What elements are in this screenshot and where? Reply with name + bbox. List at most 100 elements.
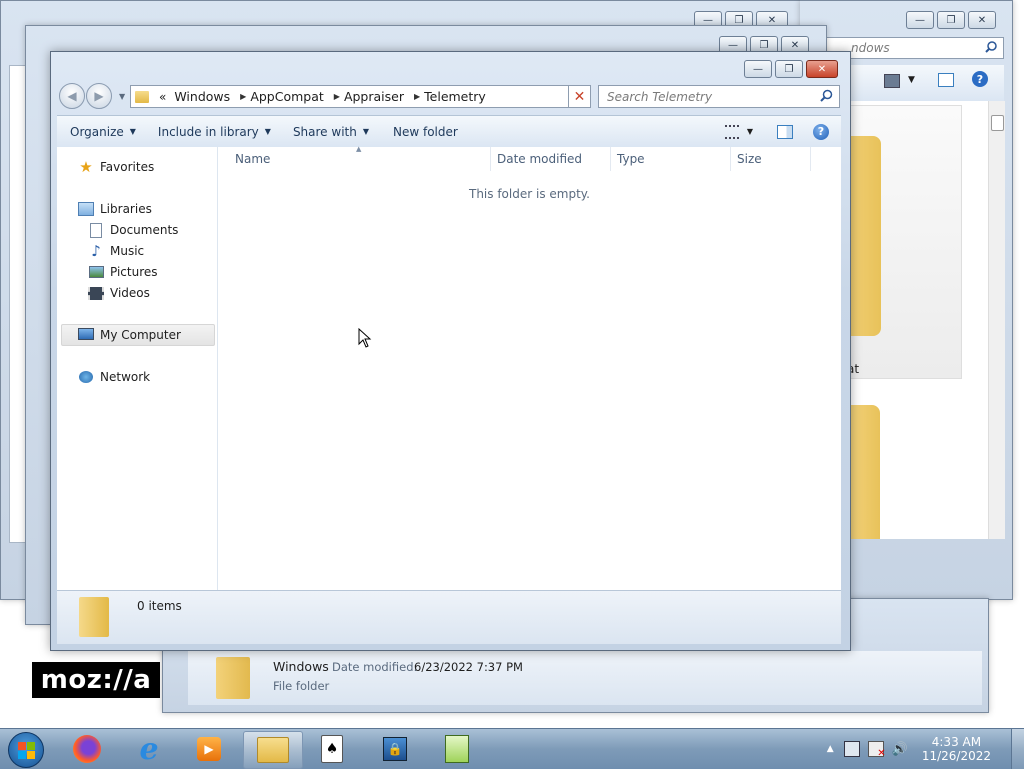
back-button[interactable]: ◀ — [59, 83, 85, 109]
music-note-icon: ♪ — [91, 242, 101, 260]
help-icon[interactable]: ? — [972, 71, 988, 87]
recent-pages-dropdown[interactable]: ▼ — [119, 92, 125, 101]
column-date-label: Date modified — [497, 152, 583, 166]
taskbar-security-tool[interactable]: 🔒 — [366, 731, 424, 767]
breadcrumb-item[interactable]: Telemetry — [424, 89, 486, 104]
media-player-icon: ▶ — [197, 737, 221, 761]
details-name: Windows — [273, 659, 329, 674]
notepad-icon — [445, 735, 469, 763]
lock-icon: 🔒 — [383, 737, 407, 761]
taskbar-notepad-plus[interactable] — [428, 731, 486, 767]
breadcrumb-separator-icon[interactable]: ▶ — [414, 92, 420, 101]
start-button[interactable] — [8, 732, 44, 768]
search-icon — [985, 40, 997, 56]
nav-documents-label: Documents — [110, 223, 179, 237]
folder-icon — [216, 657, 250, 699]
network-icon — [78, 369, 94, 385]
folder-icon — [850, 405, 880, 539]
nav-network-label: Network — [100, 370, 151, 384]
explorer-window: — ❐ ✕ ◀ ▶ ▼ « Windows ▶ AppCompat ▶ Appr… — [50, 51, 851, 651]
nav-videos[interactable]: Videos — [88, 285, 150, 301]
search-placeholder: ndows — [851, 41, 890, 55]
details-date-value: 6/23/2022 7:37 PM — [414, 660, 523, 674]
playing-cards-icon: ♠ — [321, 735, 343, 763]
clock-time: 4:33 AM — [931, 735, 982, 749]
breadcrumb-item[interactable]: AppCompat — [250, 89, 323, 104]
volume-icon[interactable]: 🔊 — [892, 742, 908, 757]
item-count: 0 items — [137, 599, 182, 613]
chevron-down-icon[interactable]: ▼ — [908, 75, 915, 85]
help-icon[interactable]: ? — [813, 123, 829, 140]
breadcrumb-item[interactable]: Appraiser — [344, 89, 404, 104]
organize-button[interactable]: Organize ▼ — [70, 125, 136, 139]
nav-my-computer[interactable]: My Computer — [61, 324, 215, 346]
search-placeholder: Search Telemetry — [607, 89, 713, 104]
nav-pictures[interactable]: Pictures — [88, 264, 158, 280]
share-with-button[interactable]: Share with ▼ — [293, 125, 369, 139]
nav-videos-label: Videos — [110, 286, 150, 300]
maximize-button[interactable]: ❐ — [775, 60, 803, 78]
view-options-icon[interactable] — [724, 124, 739, 139]
nav-documents[interactable]: Documents — [88, 222, 178, 238]
mouse-cursor — [358, 327, 372, 351]
forward-button[interactable]: ▶ — [86, 83, 112, 109]
stop-button[interactable]: ✕ — [568, 85, 591, 108]
column-header-type[interactable]: Type — [611, 147, 731, 171]
breadcrumb-item[interactable]: Windows — [174, 89, 230, 104]
taskbar-solitaire[interactable]: ♠ — [303, 731, 361, 767]
show-hidden-icons-icon[interactable]: ▲ — [827, 744, 834, 754]
nav-favorites[interactable]: ★ Favorites — [78, 158, 154, 176]
preview-pane-icon[interactable] — [938, 73, 954, 87]
taskbar-internet-explorer[interactable]: e — [120, 731, 178, 767]
share-with-label: Share with — [292, 124, 357, 139]
include-in-library-label: Include in library — [157, 124, 259, 139]
taskbar-windows-explorer[interactable] — [243, 731, 303, 769]
column-header-date-modified[interactable]: Date modified — [491, 147, 611, 171]
action-center-icon[interactable]: ✕ — [867, 741, 886, 759]
details-pane: 0 items — [57, 590, 841, 644]
internet-explorer-icon: e — [139, 731, 159, 767]
minimize-button[interactable]: — — [906, 11, 934, 29]
breadcrumb-overflow[interactable]: « — [159, 90, 166, 104]
preview-pane-icon[interactable] — [777, 124, 793, 139]
nav-music-label: Music — [110, 244, 145, 258]
address-bar[interactable]: « Windows ▶ AppCompat ▶ Appraiser ▶ Tele… — [130, 85, 591, 108]
nav-my-computer-label: My Computer — [100, 328, 181, 342]
column-name-label: Name — [235, 152, 271, 166]
nav-libraries-label: Libraries — [100, 202, 152, 216]
nav-libraries[interactable]: Libraries — [78, 201, 152, 217]
view-icon[interactable] — [884, 74, 900, 88]
close-button[interactable]: ✕ — [968, 11, 996, 29]
maximize-button[interactable]: ❐ — [937, 11, 965, 29]
mozilla-logo: moz://a — [32, 662, 160, 698]
network-status-icon[interactable] — [843, 741, 860, 757]
column-header-size[interactable]: Size — [731, 147, 811, 171]
folder-tile-selected[interactable]: at — [840, 105, 962, 379]
breadcrumb-separator-icon[interactable]: ▶ — [240, 92, 246, 101]
include-in-library-button[interactable]: Include in library ▼ — [158, 125, 271, 139]
taskbar-media-player[interactable]: ▶ — [180, 731, 238, 767]
chevron-down-icon[interactable]: ▼ — [747, 127, 753, 136]
show-desktop-button[interactable] — [1011, 729, 1024, 769]
system-tray: ▲ ✕ 🔊 4:33 AM 11/26/2022 — [827, 729, 1024, 769]
column-header-name[interactable]: Name — [218, 147, 491, 171]
new-folder-button[interactable]: New folder — [393, 125, 458, 139]
chevron-down-icon: ▼ — [362, 127, 369, 136]
nav-music[interactable]: ♪ Music — [88, 242, 145, 260]
mozilla-logo-text: moz://a — [40, 665, 152, 695]
firefox-icon — [73, 735, 101, 763]
taskbar-firefox[interactable] — [58, 731, 116, 767]
chevron-down-icon: ▼ — [264, 127, 271, 136]
scrollbar[interactable] — [988, 101, 1005, 539]
column-size-label: Size — [737, 152, 762, 166]
nav-buttons: ◀ ▶ — [59, 83, 113, 109]
search-box[interactable]: Search Telemetry — [598, 85, 840, 108]
close-button[interactable]: ✕ — [806, 60, 838, 78]
nav-network[interactable]: Network — [78, 369, 150, 385]
organize-label: Organize — [70, 124, 124, 139]
breadcrumb-separator-icon[interactable]: ▶ — [334, 92, 340, 101]
back-arrow-icon: ◀ — [67, 89, 77, 103]
clock[interactable]: 4:33 AM 11/26/2022 — [922, 735, 991, 763]
file-list: ▲ Name Date modified Type Size This fold… — [218, 145, 841, 590]
minimize-button[interactable]: — — [744, 60, 772, 78]
